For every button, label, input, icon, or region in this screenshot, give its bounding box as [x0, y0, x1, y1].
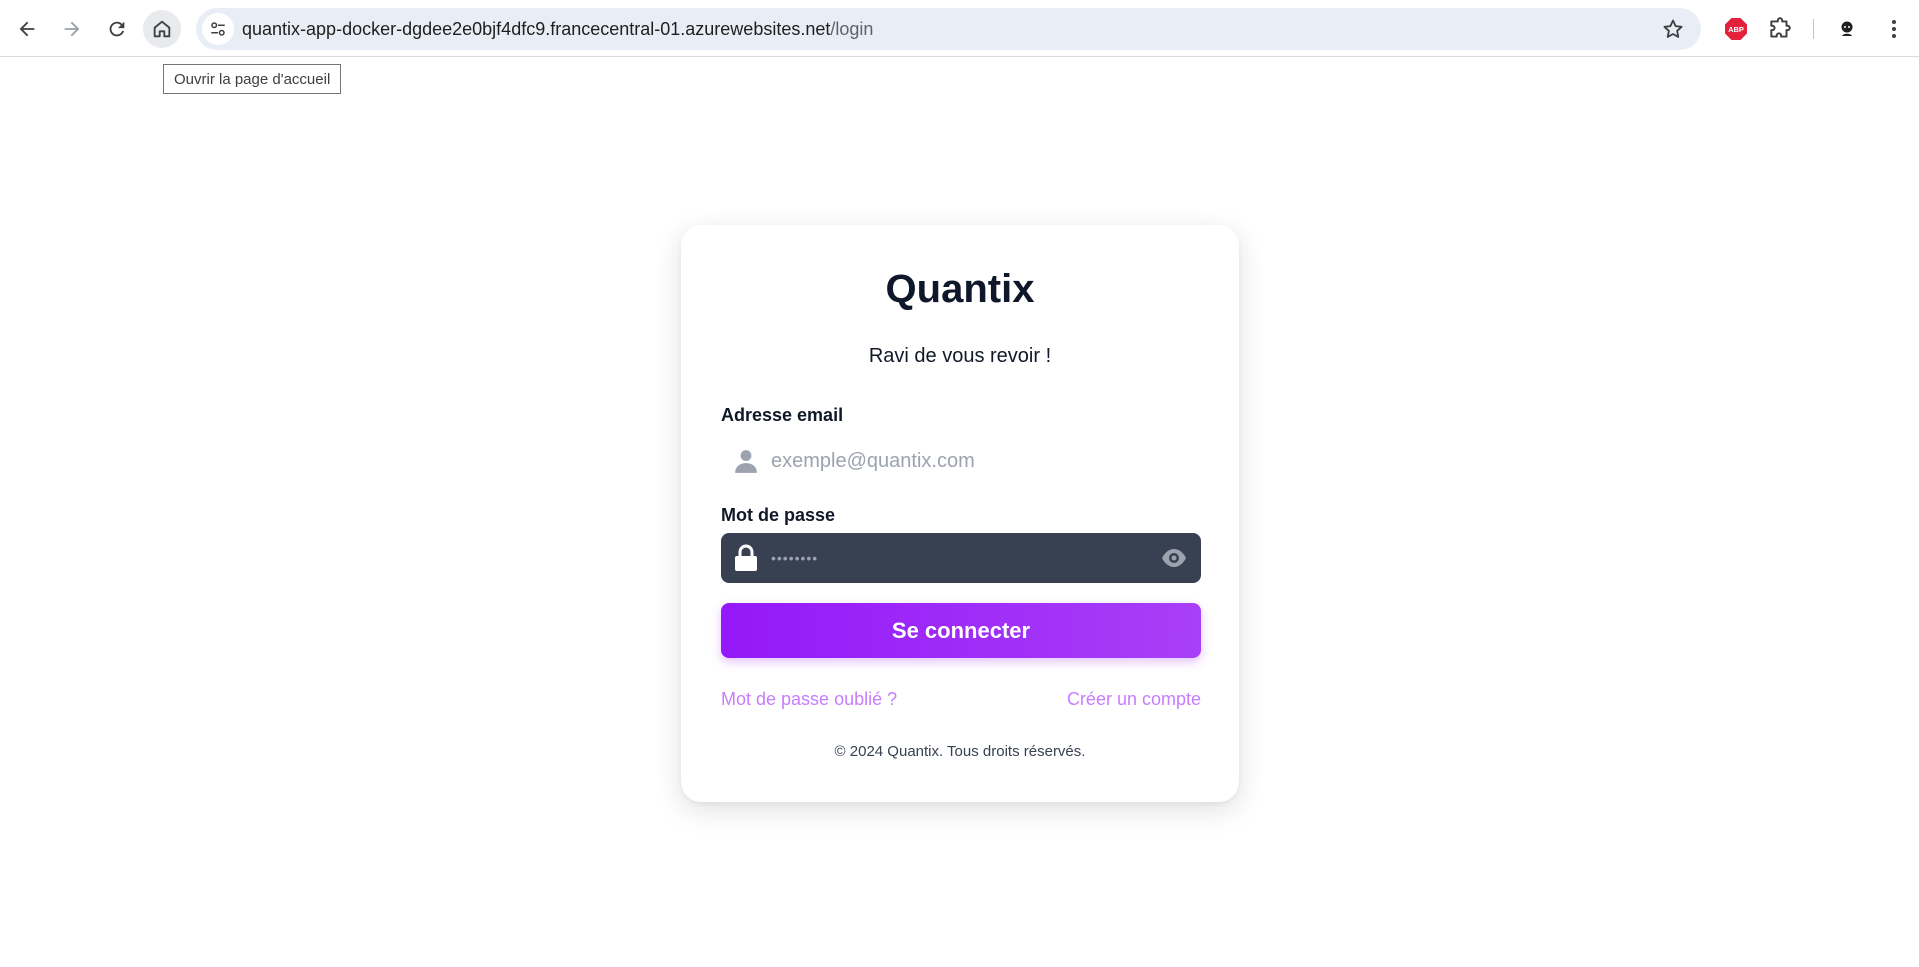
forward-arrow-icon: [64, 21, 80, 37]
back-button[interactable]: [8, 10, 46, 48]
reload-icon: [109, 21, 125, 37]
email-label: Adresse email: [721, 405, 844, 425]
site-info-button[interactable]: [202, 13, 234, 45]
url-path: /login: [830, 19, 874, 39]
copyright-text: © 2024 Quantix. Tous droits réservés.: [834, 743, 1086, 760]
password-label: Mot de passe: [721, 505, 836, 525]
adblock-icon[interactable]: ABP: [1724, 17, 1748, 41]
brand-title: Quantix: [885, 267, 1035, 311]
url-host: quantix-app-docker-dgdee2e0bjf4dfc9.fran…: [242, 19, 831, 39]
kebab-menu-icon[interactable]: [1882, 17, 1906, 41]
login-card: Quantix Ravi de vous revoir ! Adresse em…: [681, 225, 1239, 802]
login-button[interactable]: Se connecter: [721, 603, 1201, 658]
url-text[interactable]: quantix-app-docker-dgdee2e0bjf4dfc9.fran…: [242, 8, 873, 50]
create-account-link[interactable]: Créer un compte: [1067, 689, 1201, 710]
forgot-password-link[interactable]: Mot de passe oublié ?: [721, 689, 897, 710]
star-icon[interactable]: [1661, 17, 1685, 41]
email-field[interactable]: [721, 436, 1201, 486]
password-input[interactable]: ••••••••: [771, 533, 818, 583]
lock-icon: [735, 544, 757, 571]
password-field[interactable]: ••••••••: [721, 533, 1201, 583]
home-icon: [153, 20, 171, 38]
extensions-icon[interactable]: [1767, 16, 1793, 42]
profile-icon[interactable]: [1835, 17, 1859, 41]
address-bar[interactable]: quantix-app-docker-dgdee2e0bjf4dfc9.fran…: [196, 8, 1701, 50]
forward-button[interactable]: [53, 10, 91, 48]
email-input[interactable]: [721, 436, 1201, 486]
back-arrow-icon: [19, 21, 35, 37]
home-button[interactable]: [143, 10, 181, 48]
adblock-badge-text: ABP: [1728, 25, 1744, 34]
eye-icon[interactable]: [1161, 547, 1187, 569]
reload-button[interactable]: [98, 10, 136, 48]
welcome-text: Ravi de vous revoir !: [868, 345, 1052, 367]
home-tooltip: Ouvrir la page d'accueil: [163, 64, 342, 94]
browser-toolbar: quantix-app-docker-dgdee2e0bjf4dfc9.fran…: [0, 0, 1919, 57]
toolbar-divider: [1813, 19, 1814, 39]
site-info-icon: [211, 22, 225, 36]
